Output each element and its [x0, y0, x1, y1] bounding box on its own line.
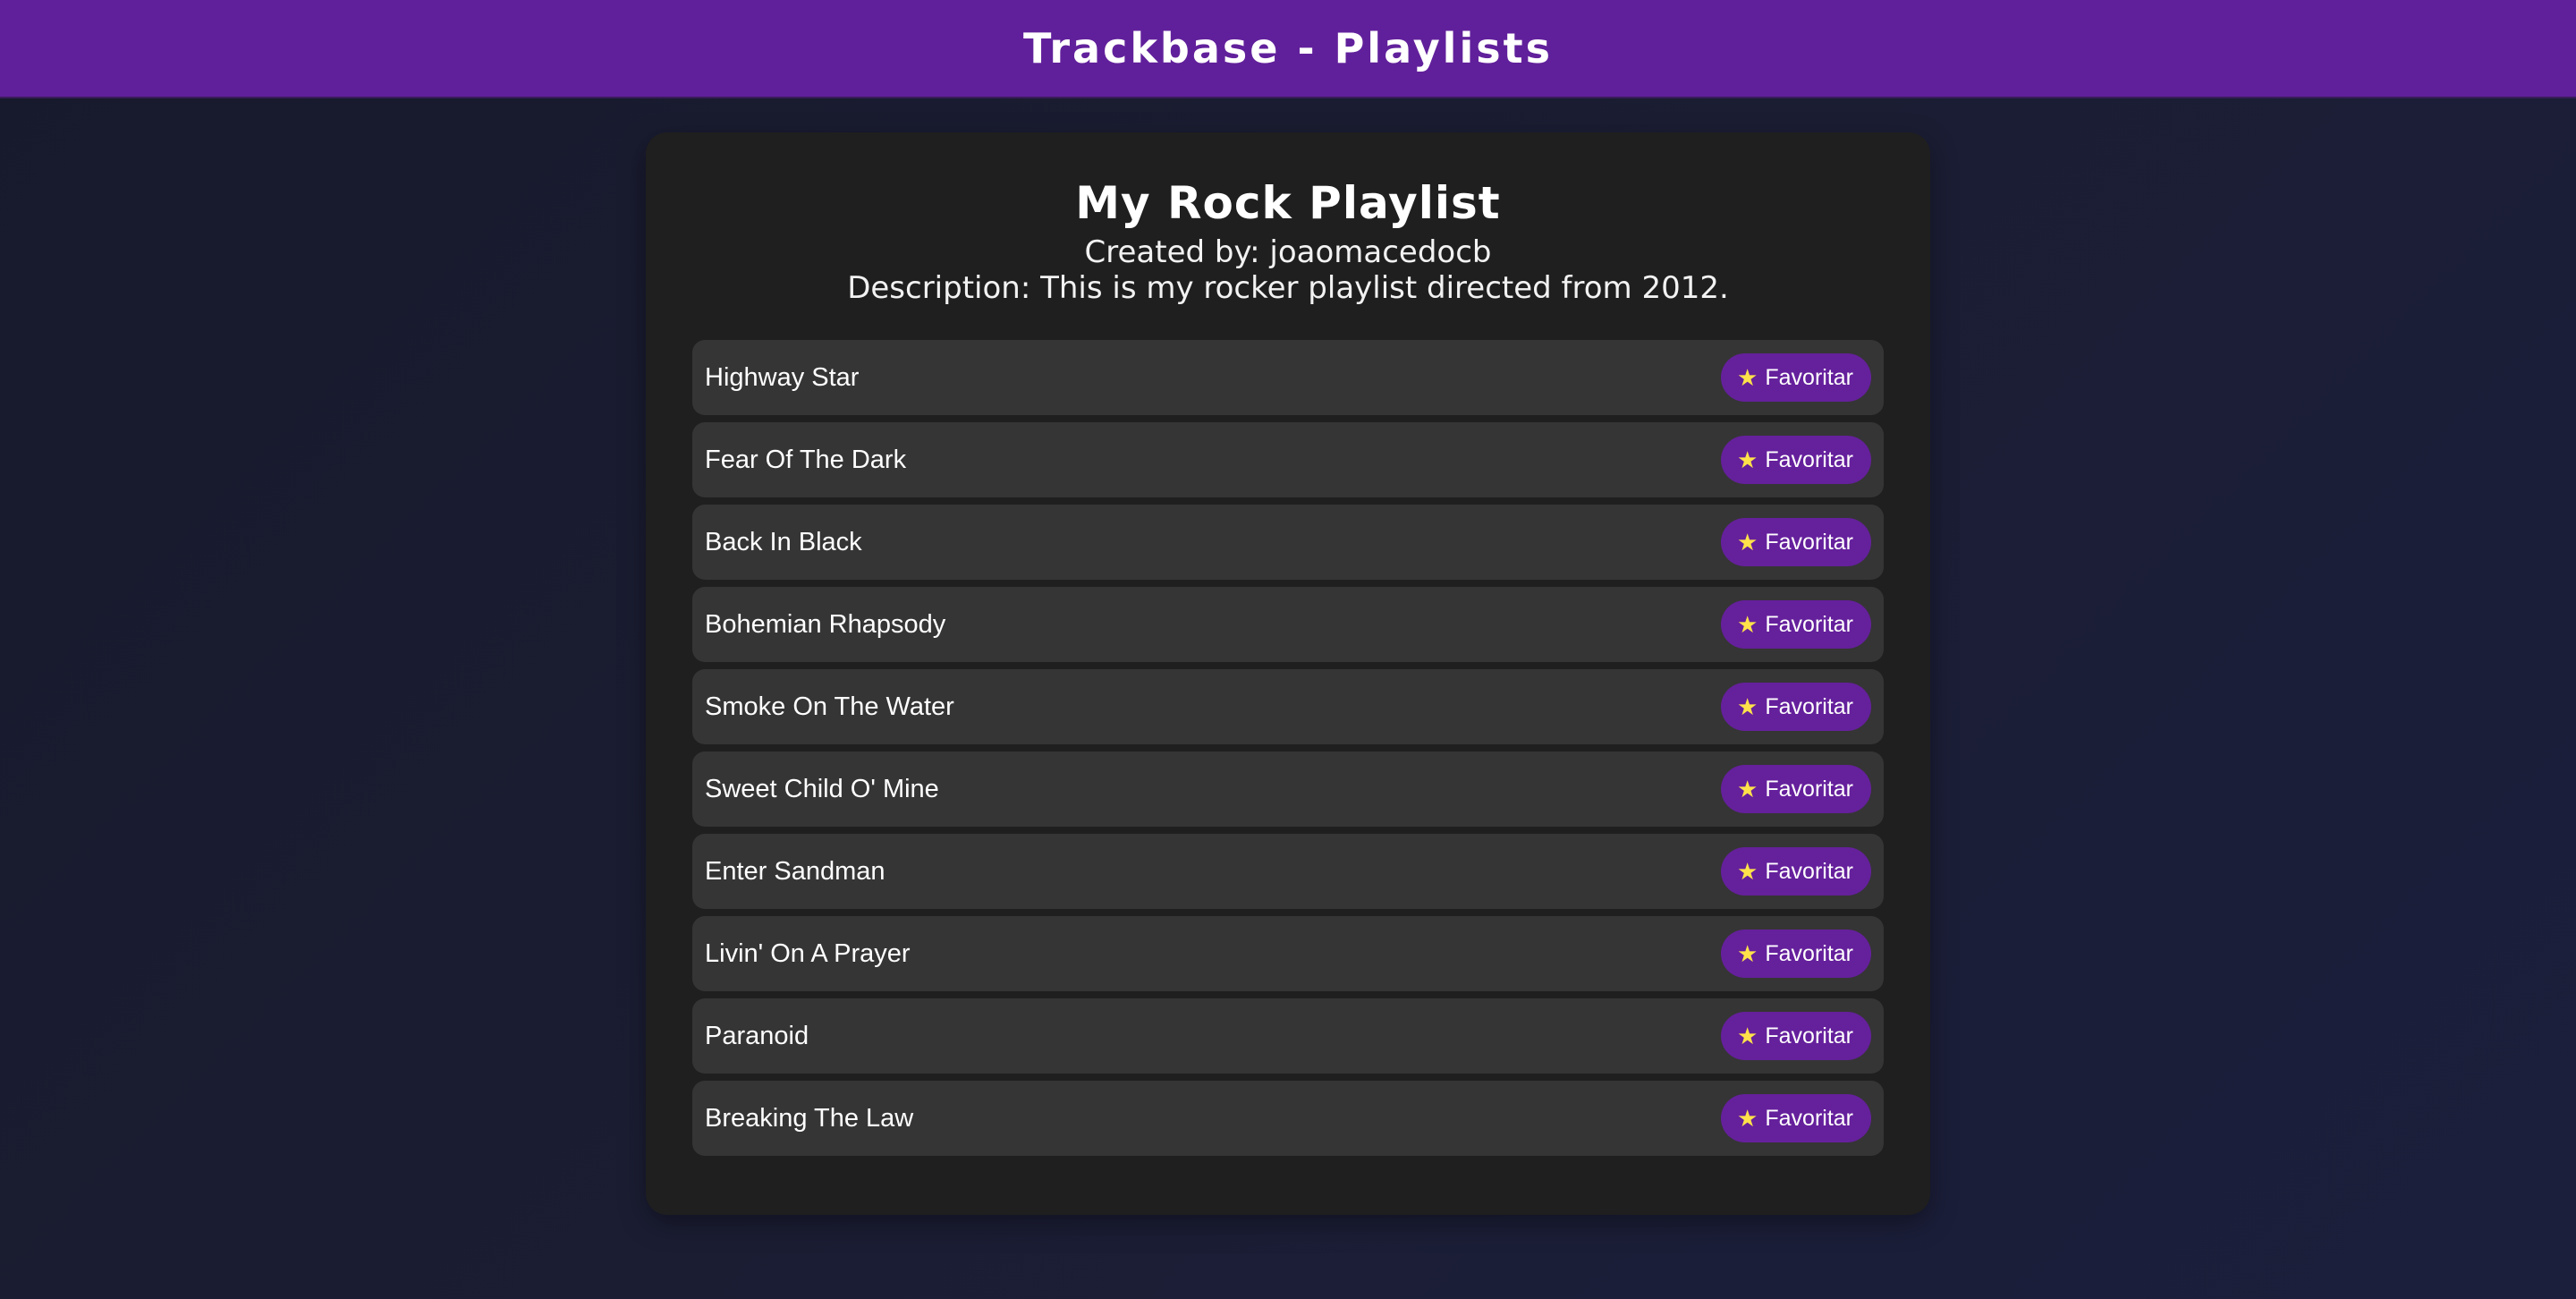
track-row: Breaking The Law ★ Favoritar	[692, 1081, 1884, 1156]
star-icon: ★	[1737, 529, 1758, 556]
track-title: Paranoid	[705, 1021, 809, 1050]
playlist-panel: My Rock Playlist Created by: joaomacedoc…	[646, 132, 1930, 1215]
track-title: Fear Of The Dark	[705, 445, 907, 474]
playlist-title: My Rock Playlist	[1075, 177, 1501, 229]
track-title: Enter Sandman	[705, 856, 886, 886]
track-row: Enter Sandman ★ Favoritar	[692, 834, 1884, 909]
track-title: Livin' On A Prayer	[705, 938, 911, 968]
favorite-button-label: Favoritar	[1765, 1105, 1853, 1131]
star-icon: ★	[1737, 693, 1758, 720]
track-row: Livin' On A Prayer ★ Favoritar	[692, 916, 1884, 991]
favorite-button[interactable]: ★ Favoritar	[1721, 847, 1871, 896]
star-icon: ★	[1737, 364, 1758, 391]
favorite-button[interactable]: ★ Favoritar	[1721, 518, 1871, 566]
track-title: Bohemian Rhapsody	[705, 609, 946, 639]
track-row: Back In Black ★ Favoritar	[692, 505, 1884, 580]
playlist-description: Description: This is my rocker playlist …	[847, 270, 1729, 306]
track-row: Sweet Child O' Mine ★ Favoritar	[692, 751, 1884, 827]
favorite-button-label: Favoritar	[1765, 446, 1853, 472]
favorite-button-label: Favoritar	[1765, 1023, 1853, 1049]
star-icon: ★	[1737, 776, 1758, 802]
favorite-button[interactable]: ★ Favoritar	[1721, 930, 1871, 978]
track-title: Breaking The Law	[705, 1103, 914, 1133]
favorite-button-label: Favoritar	[1765, 529, 1853, 555]
track-title: Smoke On The Water	[705, 692, 954, 721]
track-title: Back In Black	[705, 527, 862, 556]
app-title: Trackbase - Playlists	[1023, 24, 1553, 72]
favorite-button[interactable]: ★ Favoritar	[1721, 683, 1871, 731]
track-title: Highway Star	[705, 362, 860, 392]
star-icon: ★	[1737, 940, 1758, 967]
favorite-button-label: Favoritar	[1765, 940, 1853, 966]
star-icon: ★	[1737, 1105, 1758, 1132]
favorite-button[interactable]: ★ Favoritar	[1721, 1012, 1871, 1060]
playlist-creator: Created by: joaomacedocb	[1084, 234, 1492, 270]
favorite-button[interactable]: ★ Favoritar	[1721, 436, 1871, 484]
star-icon: ★	[1737, 858, 1758, 885]
track-row: Smoke On The Water ★ Favoritar	[692, 669, 1884, 744]
track-list: Highway Star ★ Favoritar Fear Of The Dar…	[692, 340, 1884, 1163]
star-icon: ★	[1737, 1023, 1758, 1049]
track-row: Highway Star ★ Favoritar	[692, 340, 1884, 415]
favorite-button-label: Favoritar	[1765, 611, 1853, 637]
star-icon: ★	[1737, 611, 1758, 638]
star-icon: ★	[1737, 446, 1758, 473]
app-header: Trackbase - Playlists	[0, 0, 2576, 98]
favorite-button[interactable]: ★ Favoritar	[1721, 1094, 1871, 1142]
track-row: Fear Of The Dark ★ Favoritar	[692, 422, 1884, 497]
track-row: Bohemian Rhapsody ★ Favoritar	[692, 587, 1884, 662]
favorite-button[interactable]: ★ Favoritar	[1721, 600, 1871, 649]
favorite-button-label: Favoritar	[1765, 776, 1853, 802]
favorite-button-label: Favoritar	[1765, 364, 1853, 390]
favorite-button[interactable]: ★ Favoritar	[1721, 353, 1871, 402]
track-title: Sweet Child O' Mine	[705, 774, 939, 803]
favorite-button-label: Favoritar	[1765, 858, 1853, 884]
favorite-button-label: Favoritar	[1765, 693, 1853, 719]
track-row: Paranoid ★ Favoritar	[692, 998, 1884, 1074]
favorite-button[interactable]: ★ Favoritar	[1721, 765, 1871, 813]
